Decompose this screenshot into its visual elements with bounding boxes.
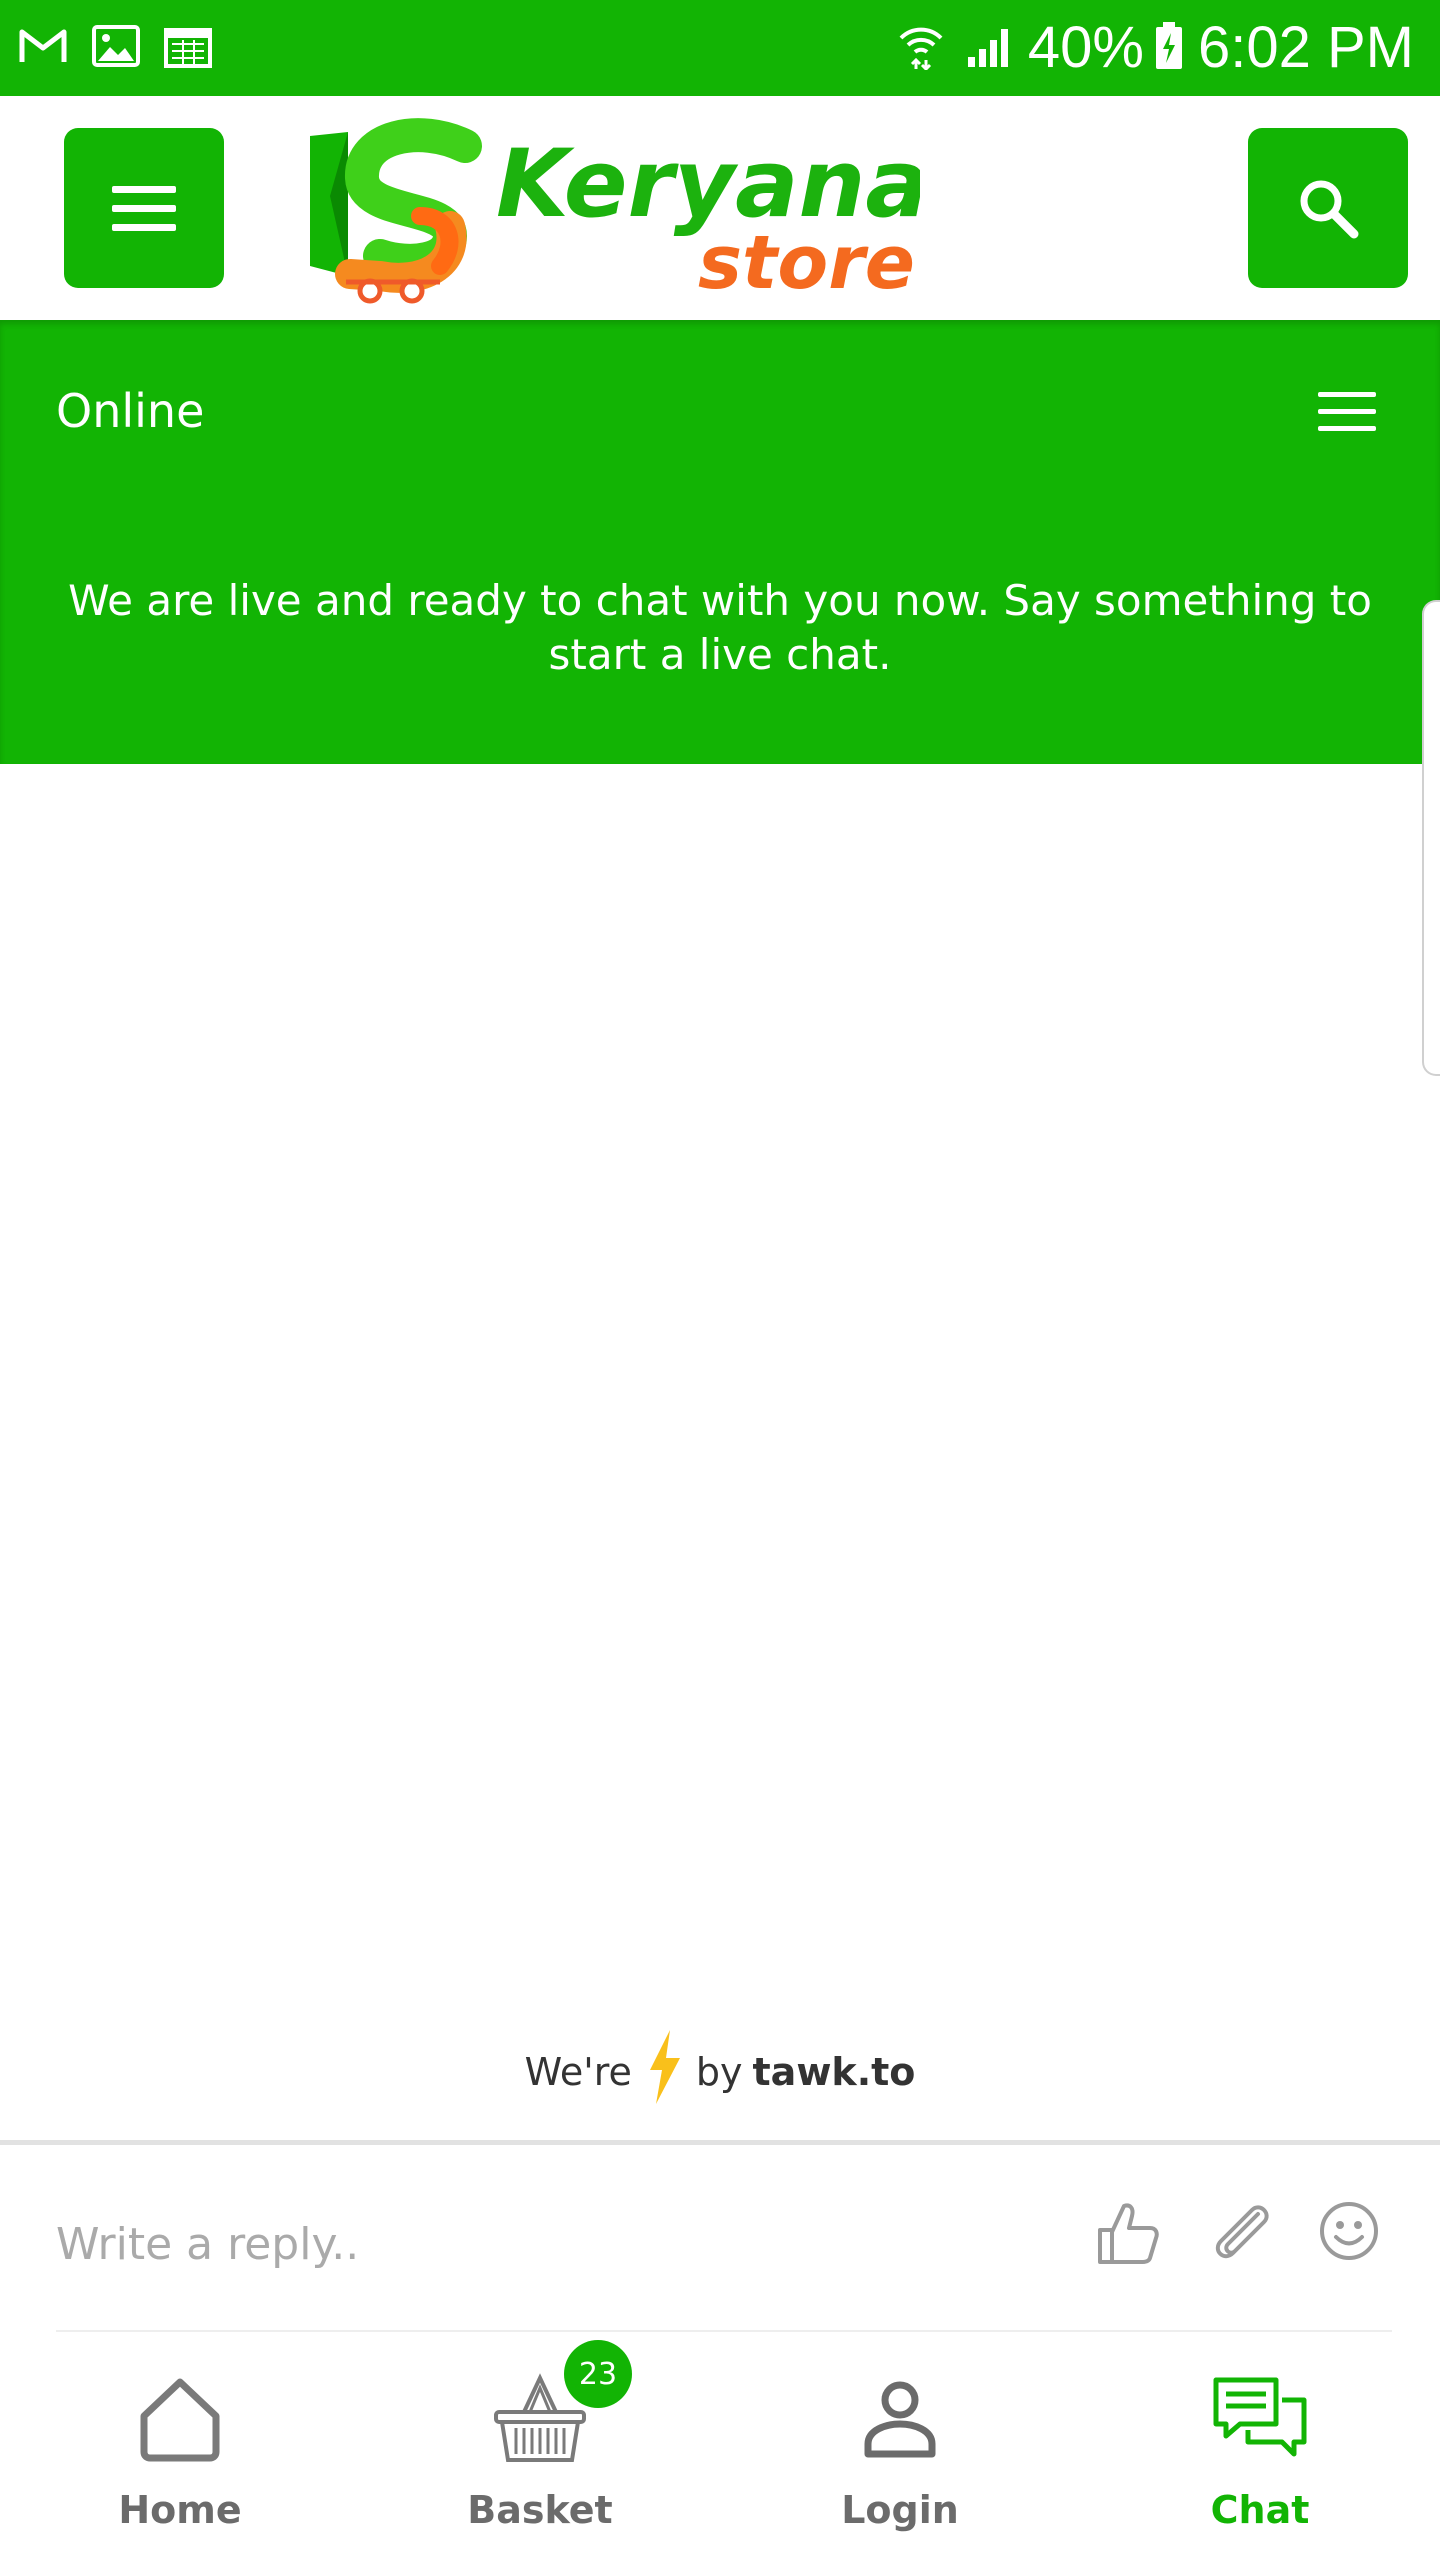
wifi-icon [898, 22, 944, 75]
agent-status: Online [56, 384, 205, 438]
logo-word-store: store [698, 220, 915, 306]
search-icon [1300, 180, 1359, 239]
paperclip-icon[interactable] [1206, 2200, 1272, 2271]
nav-label-basket: Basket [467, 2488, 613, 2532]
reply-input[interactable] [56, 2214, 956, 2274]
nav-label-home: Home [118, 2488, 242, 2532]
thumbs-up-icon[interactable] [1094, 2200, 1160, 2271]
battery-charging-icon [1154, 21, 1184, 76]
hamburger-icon [1318, 392, 1376, 431]
chat-header: Online We are live and ready to chat wit… [0, 320, 1440, 764]
bottom-nav: Home 23 Basket Login Chat [0, 2340, 1440, 2560]
signal-icon [964, 23, 1014, 74]
powered-by: by [695, 2049, 743, 2094]
emoji-icon[interactable] [1318, 2200, 1380, 2267]
nav-item-basket[interactable]: 23 Basket [360, 2340, 720, 2560]
lightning-bolt-icon [646, 2030, 682, 2113]
chat-menu-button[interactable] [1318, 390, 1376, 439]
menu-button[interactable] [64, 128, 224, 288]
calendar-icon [164, 24, 212, 73]
chat-icon [1213, 2377, 1307, 2457]
message-area [0, 764, 1440, 2024]
nav-label-login: Login [841, 2488, 959, 2532]
powered-brand: tawk.to [752, 2049, 916, 2094]
nav-item-home[interactable]: Home [0, 2340, 360, 2560]
hamburger-icon [112, 186, 176, 231]
status-bar: 40% 6:02 PM [0, 0, 1440, 96]
reply-bar [0, 2150, 1440, 2340]
system-indicators: 40% 6:02 PM [878, 19, 1414, 77]
divider [0, 2140, 1440, 2145]
user-icon [864, 2381, 936, 2458]
app-header: Keryana store [0, 96, 1440, 320]
powered-prefix: We're [524, 2049, 632, 2094]
nav-item-chat[interactable]: Chat [1080, 2340, 1440, 2560]
battery-percent: 40% [1027, 15, 1144, 80]
keryana-store-logo[interactable]: Keryana store [300, 116, 929, 306]
gmail-icon [18, 26, 68, 71]
basket-count-badge: 23 [564, 2340, 632, 2408]
reply-underline [56, 2330, 1392, 2332]
nav-item-login[interactable]: Login [720, 2340, 1080, 2560]
search-button[interactable] [1248, 128, 1408, 288]
home-icon [140, 2378, 220, 2462]
clock: 6:02 PM [1198, 15, 1414, 80]
gallery-icon [92, 24, 140, 72]
powered-by-tawk[interactable]: We're by tawk.to [0, 2030, 1440, 2113]
notification-icons [18, 24, 236, 73]
welcome-message: We are live and ready to chat with you n… [68, 576, 1372, 679]
nav-label-chat: Chat [1210, 2488, 1310, 2532]
